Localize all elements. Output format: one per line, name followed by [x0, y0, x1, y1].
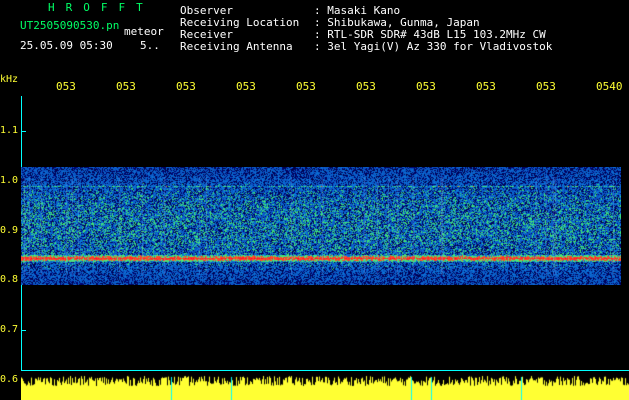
y-tick-label: 0.8 — [0, 274, 19, 285]
filename-label: UT2505090530.pn — [20, 19, 120, 32]
unit-label: kHz — [0, 74, 19, 85]
interval-label: 5.. — [140, 39, 160, 52]
x-tick-label: 0540 — [596, 80, 623, 93]
y-tick — [21, 131, 26, 132]
antenna-label: Receiving Antenna — [180, 40, 293, 53]
spectrogram — [21, 167, 621, 285]
y-tick-label: 1.1 — [0, 125, 19, 136]
y-tick-label: 0.6 — [0, 374, 19, 385]
x-tick-label: 053 — [56, 80, 76, 93]
x-tick-label: 053 — [296, 80, 316, 93]
meteor-label: meteor — [124, 25, 164, 38]
x-tick-label: 053 — [356, 80, 376, 93]
x-tick-label: 053 — [536, 80, 556, 93]
x-tick-label: 053 — [176, 80, 196, 93]
y-tick-label: 1.0 — [0, 175, 19, 186]
app-logo: HROFFT — [48, 1, 154, 14]
hrofft-window: HROFFT UT2505090530.pn meteor 25.05.09 0… — [0, 0, 629, 400]
x-tick-label: 053 — [476, 80, 496, 93]
y-tick — [21, 330, 26, 331]
y-tick-label: 0.7 — [0, 324, 19, 335]
signal-level-bar — [21, 371, 629, 400]
x-tick-label: 053 — [416, 80, 436, 93]
x-tick-label: 053 — [236, 80, 256, 93]
datetime-label: 25.05.09 05:30 — [20, 39, 113, 52]
antenna-value: : 3el Yagi(V) Az 330 for Vladivostok — [314, 40, 553, 53]
y-tick-label: 0.9 — [0, 225, 19, 236]
x-tick-label: 053 — [116, 80, 136, 93]
